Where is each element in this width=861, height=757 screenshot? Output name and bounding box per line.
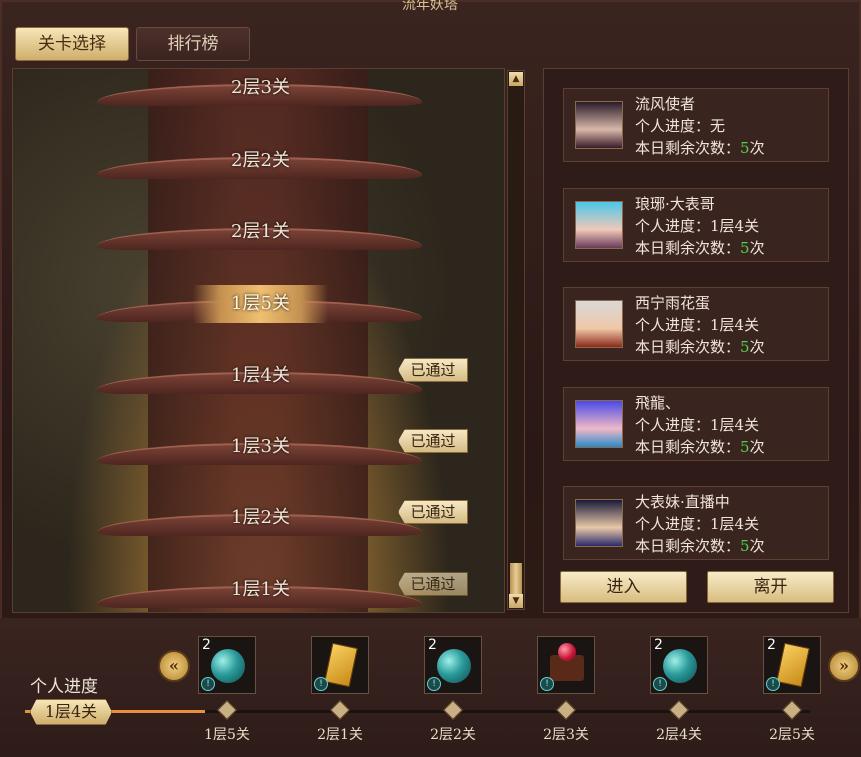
reward-quantity: 2 xyxy=(428,637,437,653)
floor-label[interactable]: 1层2关 xyxy=(193,499,328,537)
avatar xyxy=(575,101,623,149)
player-progress: 个人进度：1层4关 xyxy=(635,316,760,334)
window-title: 流年妖塔 xyxy=(402,0,458,12)
info-icon: ! xyxy=(653,677,667,691)
player-list-panel: 流风使者 个人进度：无 本日剩余次数：5次 琅琊·大表哥 个人进度：1层4关 本日剩余次数… xyxy=(543,68,849,613)
teal-gem-icon xyxy=(663,649,697,683)
passed-tag: 已通过 xyxy=(398,572,468,596)
info-icon: ! xyxy=(314,677,328,691)
milestone-label: 2层4关 xyxy=(656,727,702,743)
player-name: 流风使者 xyxy=(635,95,696,113)
current-progress-badge: 1层4关 xyxy=(30,699,112,725)
player-card[interactable]: 飛龍、个人进度：1层4关 本日剩余次数：5次 xyxy=(563,386,829,461)
milestone-label: 1层5关 xyxy=(204,727,250,743)
tab-ranking[interactable]: 排行榜 xyxy=(136,27,250,61)
player-card[interactable]: 大表妹·直播中个人进度：1层4关 本日剩余次数：5次 xyxy=(563,486,829,560)
player-name: 琅琊·大表哥 xyxy=(635,194,715,213)
player-progress: 个人进度：无 xyxy=(635,117,726,135)
reward-item[interactable]: ! xyxy=(311,636,369,694)
player-card[interactable]: 流风使者个人进度：无本日剩余次数：5次 xyxy=(563,88,829,162)
info-icon: ! xyxy=(201,677,215,691)
tower-panel: 2层3关 2层2关 2层1关 1层5关 1层4关 已通过 1层3关 已通过 1层2关 已通过 1层1… xyxy=(12,68,505,613)
milestone-label: 2层5关 xyxy=(769,727,815,743)
floor-label[interactable]: 2层3关 xyxy=(193,69,328,107)
player-card[interactable]: 琅琊·大表哥个人进度：1层4关 本日剩余次数：5次 xyxy=(563,187,829,262)
player-progress: 个人进度：1层4关 xyxy=(635,515,760,533)
prev-arrow-icon[interactable]: « xyxy=(158,650,190,682)
reward-quantity: 2 xyxy=(202,637,211,653)
floor-label[interactable]: 1层3关 xyxy=(193,428,328,466)
player-remaining: 本日剩余次数：5次 xyxy=(635,437,765,456)
player-remaining: 本日剩余次数：5次 xyxy=(635,238,765,257)
progress-title: 个人进度 xyxy=(30,677,98,697)
player-card[interactable]: 西宁雨花蛋个人进度：1层4关 本日剩余次数：5次 xyxy=(563,287,829,361)
next-arrow-icon[interactable]: » xyxy=(828,650,860,682)
passed-tag: 已通过 xyxy=(398,500,468,524)
tab-stage-select[interactable]: 关卡选择 xyxy=(15,27,129,61)
player-name: 飛龍、 xyxy=(635,393,681,412)
milestone-label: 2层3关 xyxy=(543,727,589,743)
teal-gem-icon xyxy=(437,649,471,683)
passed-tag: 已通过 xyxy=(398,358,468,382)
player-progress: 个人进度：1层4关 xyxy=(635,415,760,434)
reward-quantity: 2 xyxy=(767,637,776,653)
reward-item[interactable]: 2! xyxy=(198,636,256,694)
red-orb-icon xyxy=(550,643,584,681)
player-remaining: 本日剩余次数：5次 xyxy=(635,338,765,356)
avatar xyxy=(575,200,623,249)
info-icon: ! xyxy=(540,677,554,691)
floor-label[interactable]: 1层4关 xyxy=(193,357,328,395)
tower-scrollbar[interactable]: ▲ ▼ xyxy=(507,70,525,610)
passed-tag: 已通过 xyxy=(398,429,468,453)
avatar xyxy=(575,399,623,448)
reward-item[interactable]: 2! xyxy=(650,636,708,694)
scroll-thumb[interactable] xyxy=(510,563,522,597)
floor-label[interactable]: 2层1关 xyxy=(193,213,328,251)
gold-book-icon xyxy=(776,642,810,688)
floor-label[interactable]: 1层1关 xyxy=(193,571,328,609)
scroll-down-icon[interactable]: ▼ xyxy=(509,594,523,608)
milestone-label: 2层1关 xyxy=(317,727,363,743)
reward-quantity: 2 xyxy=(654,637,663,653)
floor-label[interactable]: 2层2关 xyxy=(193,142,328,180)
reward-item[interactable]: ! xyxy=(537,636,595,694)
teal-gem-icon xyxy=(211,649,245,683)
progress-track xyxy=(25,710,810,713)
leave-button[interactable]: 离开 xyxy=(707,571,834,603)
reward-item[interactable]: 2! xyxy=(424,636,482,694)
player-remaining: 本日剩余次数：5次 xyxy=(635,139,765,157)
player-progress: 个人进度：1层4关 xyxy=(635,216,760,235)
milestone-label: 2层2关 xyxy=(430,727,476,743)
reward-item[interactable]: 2! xyxy=(763,636,821,694)
gold-book-icon xyxy=(324,642,358,688)
player-remaining: 本日剩余次数：5次 xyxy=(635,537,765,555)
player-name: 大表妹·直播中 xyxy=(635,493,730,511)
player-name: 西宁雨花蛋 xyxy=(635,294,711,312)
floor-label[interactable]: 1层5关 xyxy=(193,285,328,323)
info-icon: ! xyxy=(766,677,780,691)
info-icon: ! xyxy=(427,677,441,691)
enter-button[interactable]: 进入 xyxy=(560,571,687,603)
avatar xyxy=(575,499,623,547)
avatar xyxy=(575,300,623,348)
scroll-up-icon[interactable]: ▲ xyxy=(509,72,523,86)
